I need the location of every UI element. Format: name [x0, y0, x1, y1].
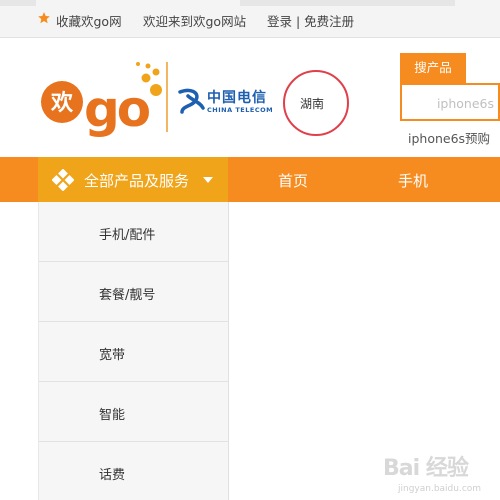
browser-tab-edge [0, 0, 36, 6]
all-products-label: 全部产品及服务 [84, 172, 190, 190]
sidebar-item-smart[interactable]: 智能 [39, 382, 229, 442]
main-nav: 全部产品及服务 首页 手机 [0, 157, 500, 202]
search-input[interactable] [408, 93, 494, 113]
sidebar-item-label: 手机/配件 [99, 228, 156, 243]
top-utility-bar: 收藏欢go网 欢迎来到欢go网站 登录 | 免费注册 [0, 0, 500, 38]
category-sidebar: 手机/配件 套餐/靓号 宽带 智能 话费 [38, 202, 229, 500]
star-icon[interactable] [37, 11, 51, 25]
sidebar-item-phone-credit[interactable]: 话费 [39, 442, 229, 500]
svg-text:go: go [84, 80, 150, 138]
huango-logo[interactable]: 欢 go [40, 58, 164, 138]
welcome-text: 欢迎来到欢go网站 [143, 14, 247, 29]
sidebar-item-label: 宽带 [99, 348, 126, 363]
nav-home[interactable]: 首页 [278, 170, 308, 191]
sidebar-item-phones-accessories[interactable]: 手机/配件 [39, 202, 229, 262]
login-register-links[interactable]: 登录 | 免费注册 [267, 11, 354, 30]
search-box [400, 83, 500, 121]
browser-tab-edge [240, 0, 455, 6]
sidebar-item-label: 智能 [99, 408, 126, 423]
logo-divider [166, 62, 168, 132]
region-selector[interactable]: 湖南 [300, 95, 324, 112]
telecom-name-en: CHINA TELECOM [207, 106, 274, 114]
chevron-down-icon [203, 177, 213, 183]
sidebar-item-broadband[interactable]: 宽带 [39, 322, 229, 382]
favorite-link[interactable]: 收藏欢go网 [56, 11, 122, 30]
sidebar-item-label: 话费 [99, 468, 126, 483]
watermark-url: jingyan.baidu.com [398, 484, 482, 494]
telecom-name-cn: 中国电信 [207, 90, 267, 106]
watermark-text: Bai 经验 [383, 456, 469, 481]
sidebar-item-plans-numbers[interactable]: 套餐/靓号 [39, 262, 229, 322]
nav-phones[interactable]: 手机 [398, 170, 428, 191]
diamond-grid-icon [52, 169, 74, 191]
all-products-menu[interactable]: 全部产品及服务 [38, 157, 228, 202]
hot-search-link[interactable]: iphone6s预购 [408, 128, 490, 147]
sidebar-item-label: 套餐/靓号 [99, 288, 156, 303]
svg-text:欢: 欢 [50, 90, 74, 116]
search-products-button[interactable]: 搜产品 [400, 53, 466, 83]
